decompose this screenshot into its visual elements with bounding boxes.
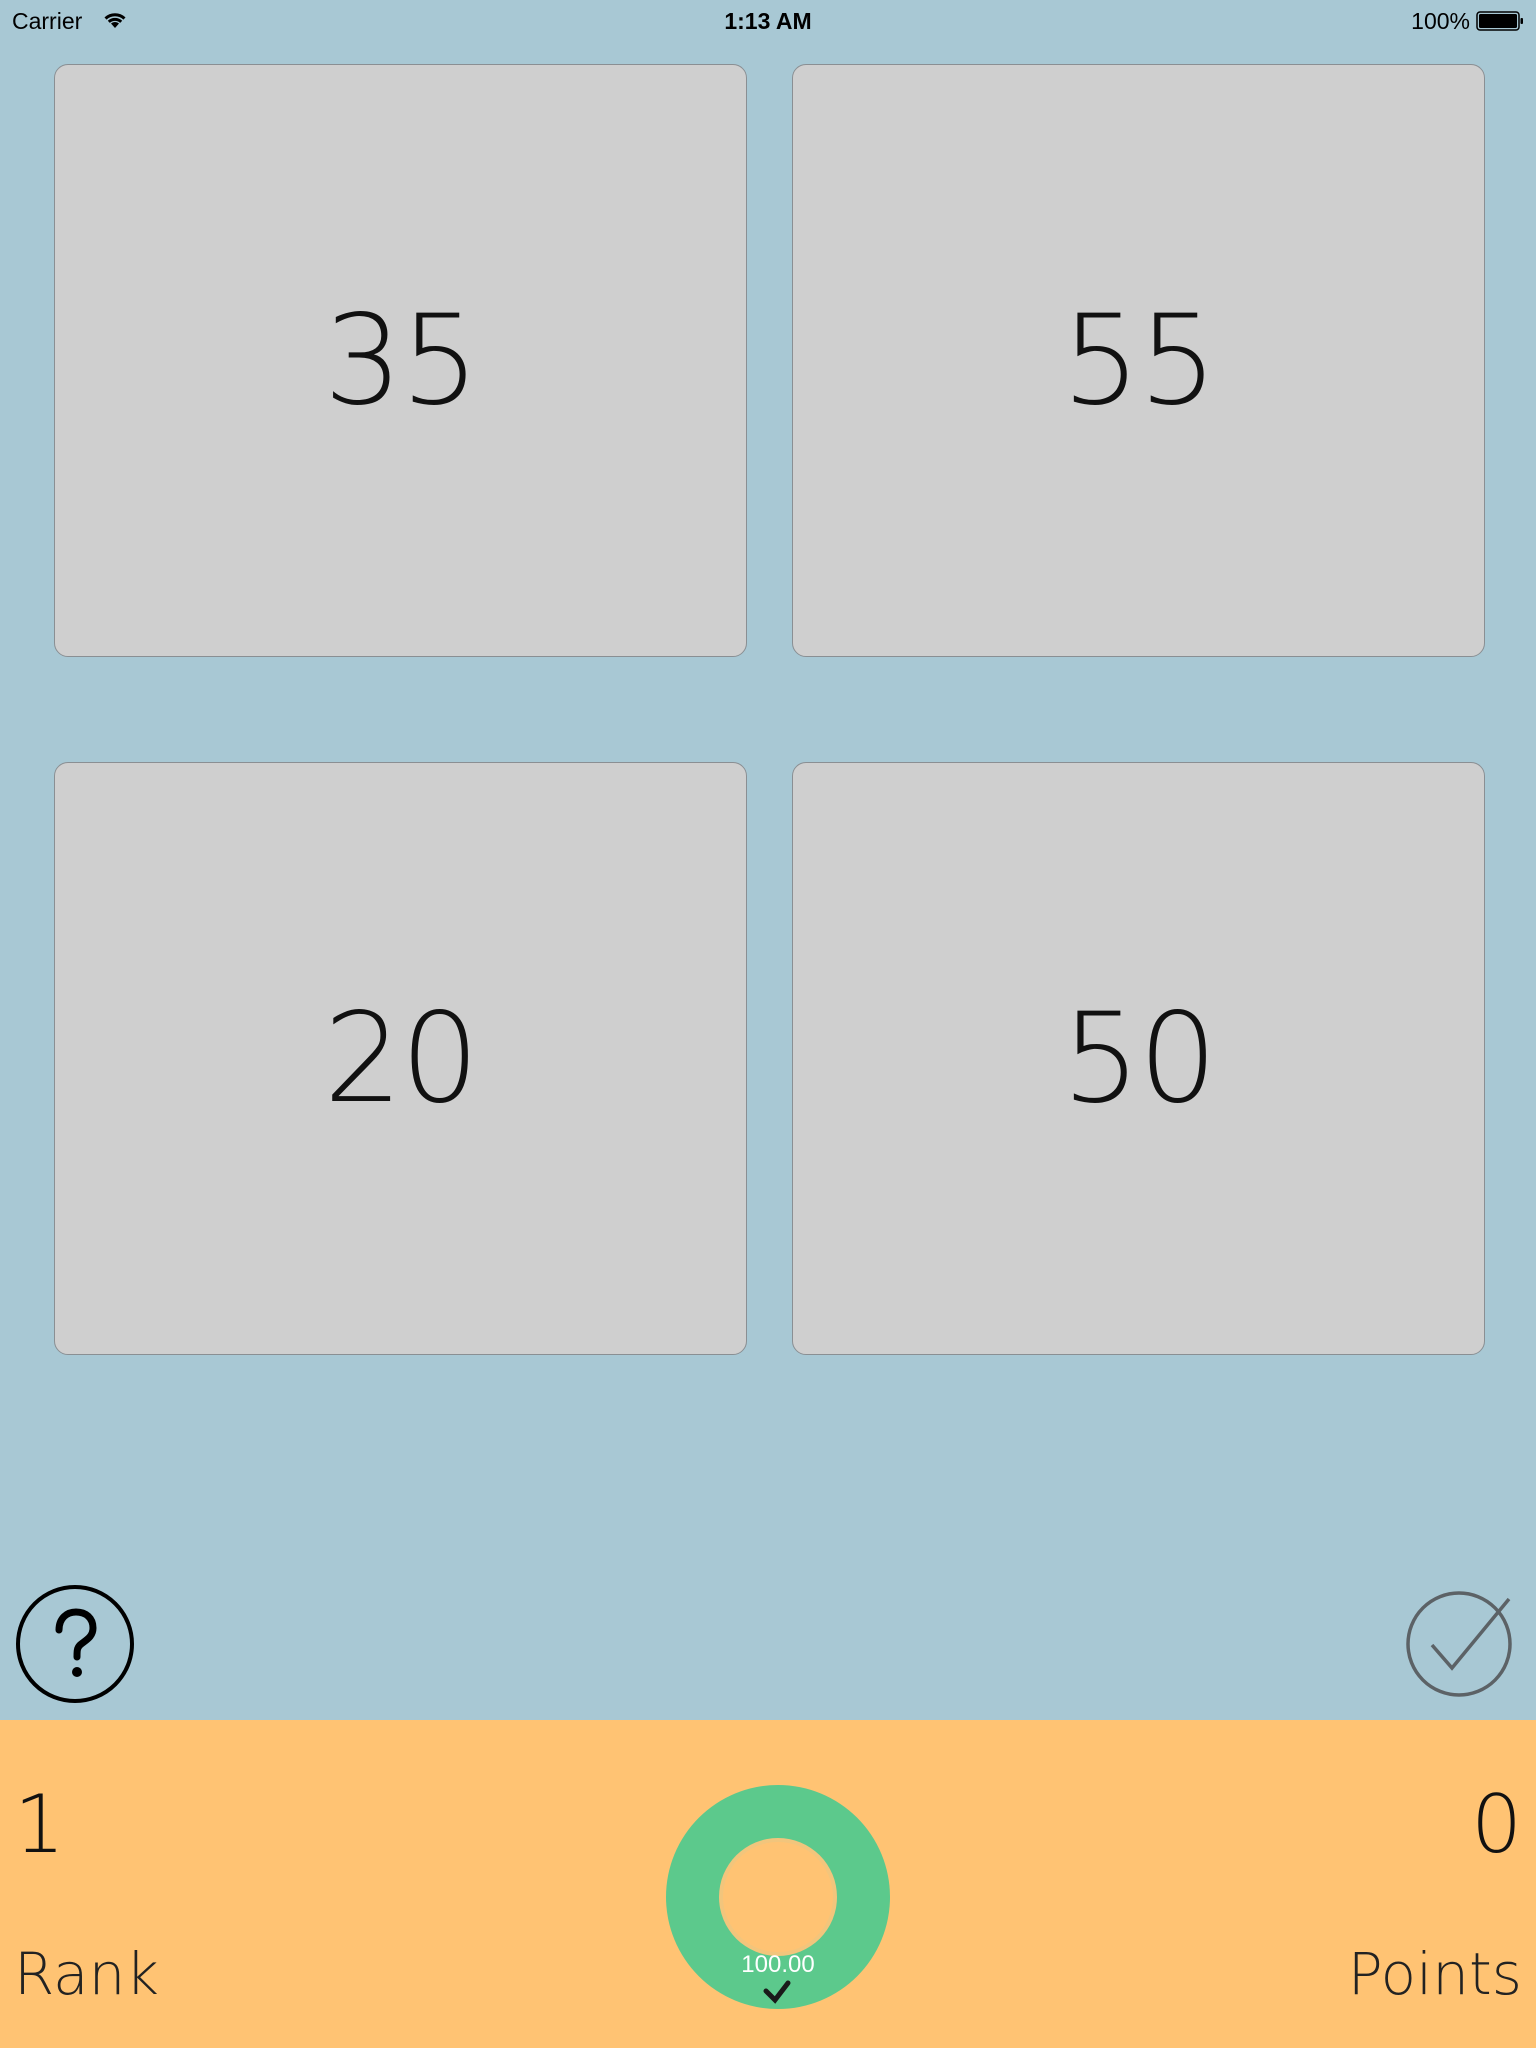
battery-icon: [1476, 11, 1523, 31]
points-label: Points: [1347, 1940, 1522, 2008]
check-circle-icon: [1406, 1591, 1512, 1697]
timer-value: 100.00: [741, 1951, 815, 1978]
points-value: 0: [1471, 1778, 1522, 1871]
answer-tile[interactable]: 50: [792, 762, 1485, 1355]
status-time: 1:13 AM: [724, 8, 812, 34]
confirm-button[interactable]: [1402, 1585, 1520, 1703]
rank-value: 1: [14, 1778, 65, 1871]
score-bar: 1 Rank 100.00 0 Points: [0, 1720, 1536, 2048]
tile-value: 35: [323, 288, 480, 433]
timer-ring: 100.00: [666, 1785, 890, 2009]
game-screen: Carrier 1:13 AM 100% 35 55 20 50 1 Rank …: [0, 0, 1536, 2048]
rank-label: Rank: [14, 1940, 159, 2008]
battery-percent: 100%: [1411, 8, 1470, 34]
tile-value: 20: [323, 986, 480, 1131]
answer-tile[interactable]: 55: [792, 64, 1485, 657]
answer-tile[interactable]: 35: [54, 64, 747, 657]
tile-value: 50: [1061, 986, 1218, 1131]
tile-value: 55: [1061, 288, 1218, 433]
status-bar: Carrier 1:13 AM 100%: [0, 0, 1536, 40]
answer-tile[interactable]: 20: [54, 762, 747, 1355]
help-button[interactable]: [16, 1585, 134, 1703]
question-circle-icon: [16, 1585, 134, 1703]
